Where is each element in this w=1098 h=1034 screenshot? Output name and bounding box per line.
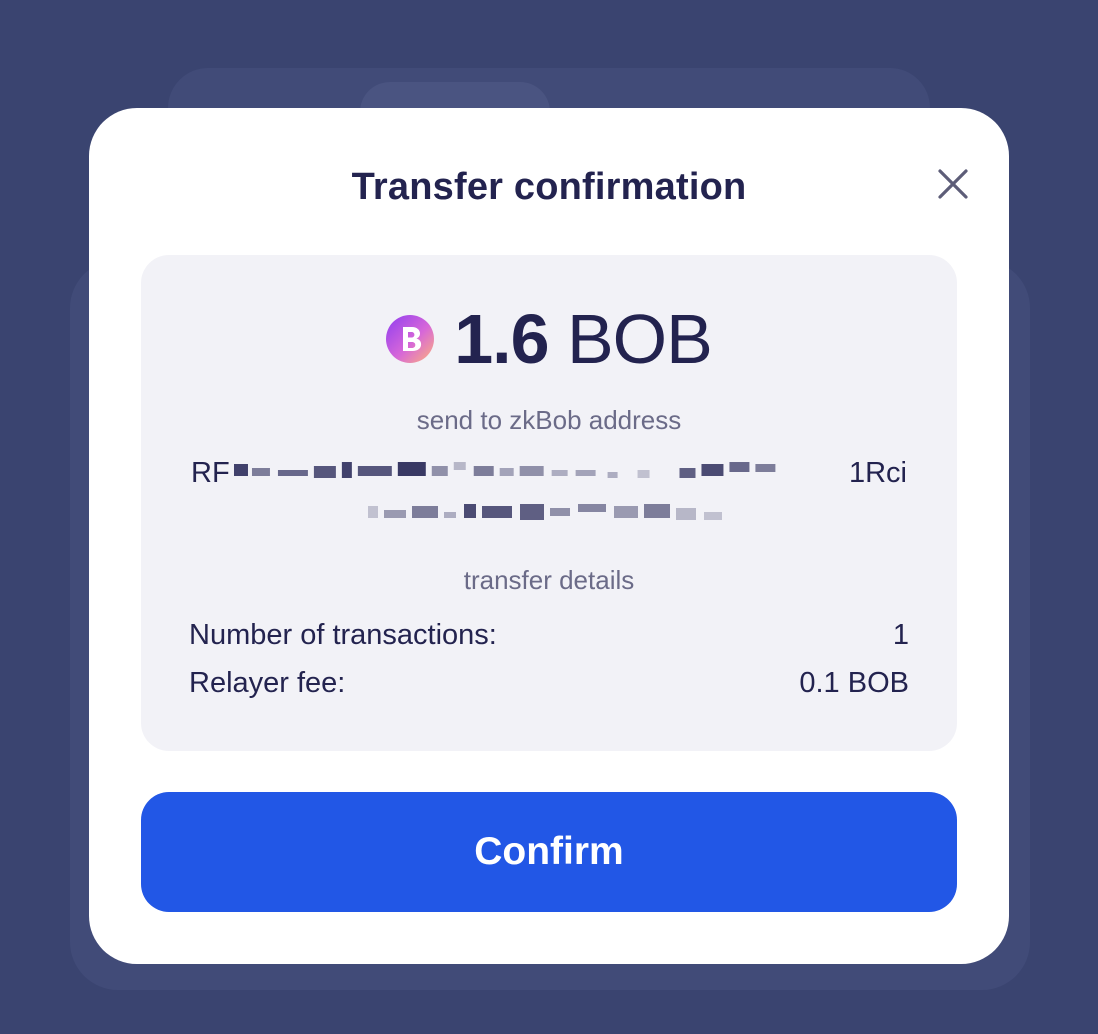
confirm-button[interactable]: Confirm (141, 792, 957, 912)
amount-display: 1.6 BOB (454, 299, 713, 379)
detail-label: Relayer fee: (189, 666, 346, 699)
recipient-address: RF 1Rci (191, 453, 907, 533)
address-redaction-pixels (233, 462, 776, 478)
detail-value: 1 (892, 618, 909, 651)
transfer-details-label: transfer details (463, 565, 635, 595)
close-button[interactable] (933, 164, 973, 204)
address-suffix: 1Rci (848, 457, 907, 489)
transfer-confirmation-modal: Transfer confirmation 1.6 BOB send to zk… (89, 108, 1009, 964)
bob-token-icon (386, 315, 435, 363)
transfer-details-panel: 1.6 BOB send to zkBob address RF 1Rci tr… (141, 255, 957, 751)
amount-token: BOB (566, 300, 713, 378)
detail-value: 0.1 BOB (799, 666, 909, 699)
address-line-1: RF 1Rci (191, 453, 907, 493)
modal-title: Transfer confirmation (351, 166, 747, 208)
close-icon (938, 169, 968, 199)
amount-row: 1.6 BOB (141, 297, 957, 381)
amount-value: 1.6 (454, 300, 549, 378)
address-line-2 (191, 493, 907, 533)
detail-label: Number of transactions: (189, 618, 497, 651)
detail-row-transactions: Number of transactions: 1 (189, 615, 909, 655)
address-redaction-pixels-2 (368, 504, 722, 520)
detail-row-relayer-fee: Relayer fee: 0.1 BOB (189, 663, 909, 703)
address-prefix: RF (191, 457, 230, 489)
send-to-label: send to zkBob address (416, 405, 682, 435)
